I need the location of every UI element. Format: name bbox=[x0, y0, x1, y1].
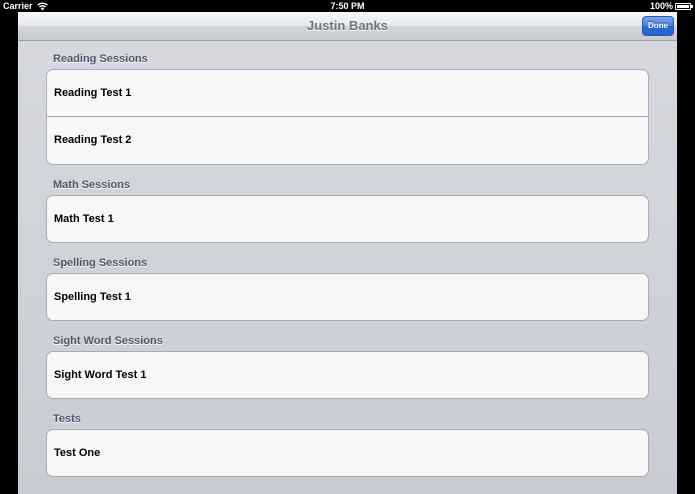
table-group: Math Test 1 bbox=[46, 195, 649, 243]
section-header: Spelling Sessions bbox=[53, 257, 148, 269]
status-bar: Carrier 7:50 PM 100% bbox=[0, 0, 695, 12]
status-battery: 100% bbox=[649, 0, 693, 12]
table-row[interactable]: Spelling Test 1 bbox=[47, 274, 648, 320]
row-label: Math Test 1 bbox=[54, 213, 114, 225]
page-title: Justin Banks bbox=[307, 18, 388, 33]
status-time: 7:50 PM bbox=[330, 1, 365, 11]
section-header: Math Sessions bbox=[53, 179, 131, 191]
modal-sheet: Justin Banks Done Reading Sessions Readin… bbox=[18, 12, 677, 494]
sessions-list[interactable]: Reading Sessions Reading Test 1 Reading Te… bbox=[18, 41, 677, 494]
row-label: Reading Test 2 bbox=[54, 134, 132, 146]
table-group: Test One bbox=[46, 429, 649, 477]
done-button[interactable]: Done bbox=[642, 16, 674, 36]
table-group: Sight Word Test 1 bbox=[46, 351, 649, 399]
battery-percent: 100% bbox=[649, 1, 673, 11]
battery-fill bbox=[677, 4, 689, 8]
nav-bar: Justin Banks Done bbox=[18, 12, 677, 41]
table-row[interactable]: Test One bbox=[47, 430, 648, 476]
table-row[interactable]: Math Test 1 bbox=[47, 196, 648, 242]
table-row[interactable]: Sight Word Test 1 bbox=[47, 352, 648, 398]
row-label: Sight Word Test 1 bbox=[54, 369, 147, 381]
row-label: Test One bbox=[54, 447, 101, 459]
table-row[interactable]: Reading Test 2 bbox=[47, 117, 648, 164]
battery-icon bbox=[675, 2, 693, 10]
section-header: Sight Word Sessions bbox=[53, 335, 163, 347]
section-header: Tests bbox=[53, 413, 81, 425]
table-row[interactable]: Reading Test 1 bbox=[47, 70, 648, 117]
section-header: Reading Sessions bbox=[53, 53, 148, 65]
table-group: Spelling Test 1 bbox=[46, 273, 649, 321]
row-label: Spelling Test 1 bbox=[54, 291, 131, 303]
table-group: Reading Test 1 Reading Test 2 bbox=[46, 69, 649, 165]
screen: Carrier 7:50 PM 100% Justin Banks Done R… bbox=[0, 0, 695, 494]
row-label: Reading Test 1 bbox=[54, 87, 132, 99]
